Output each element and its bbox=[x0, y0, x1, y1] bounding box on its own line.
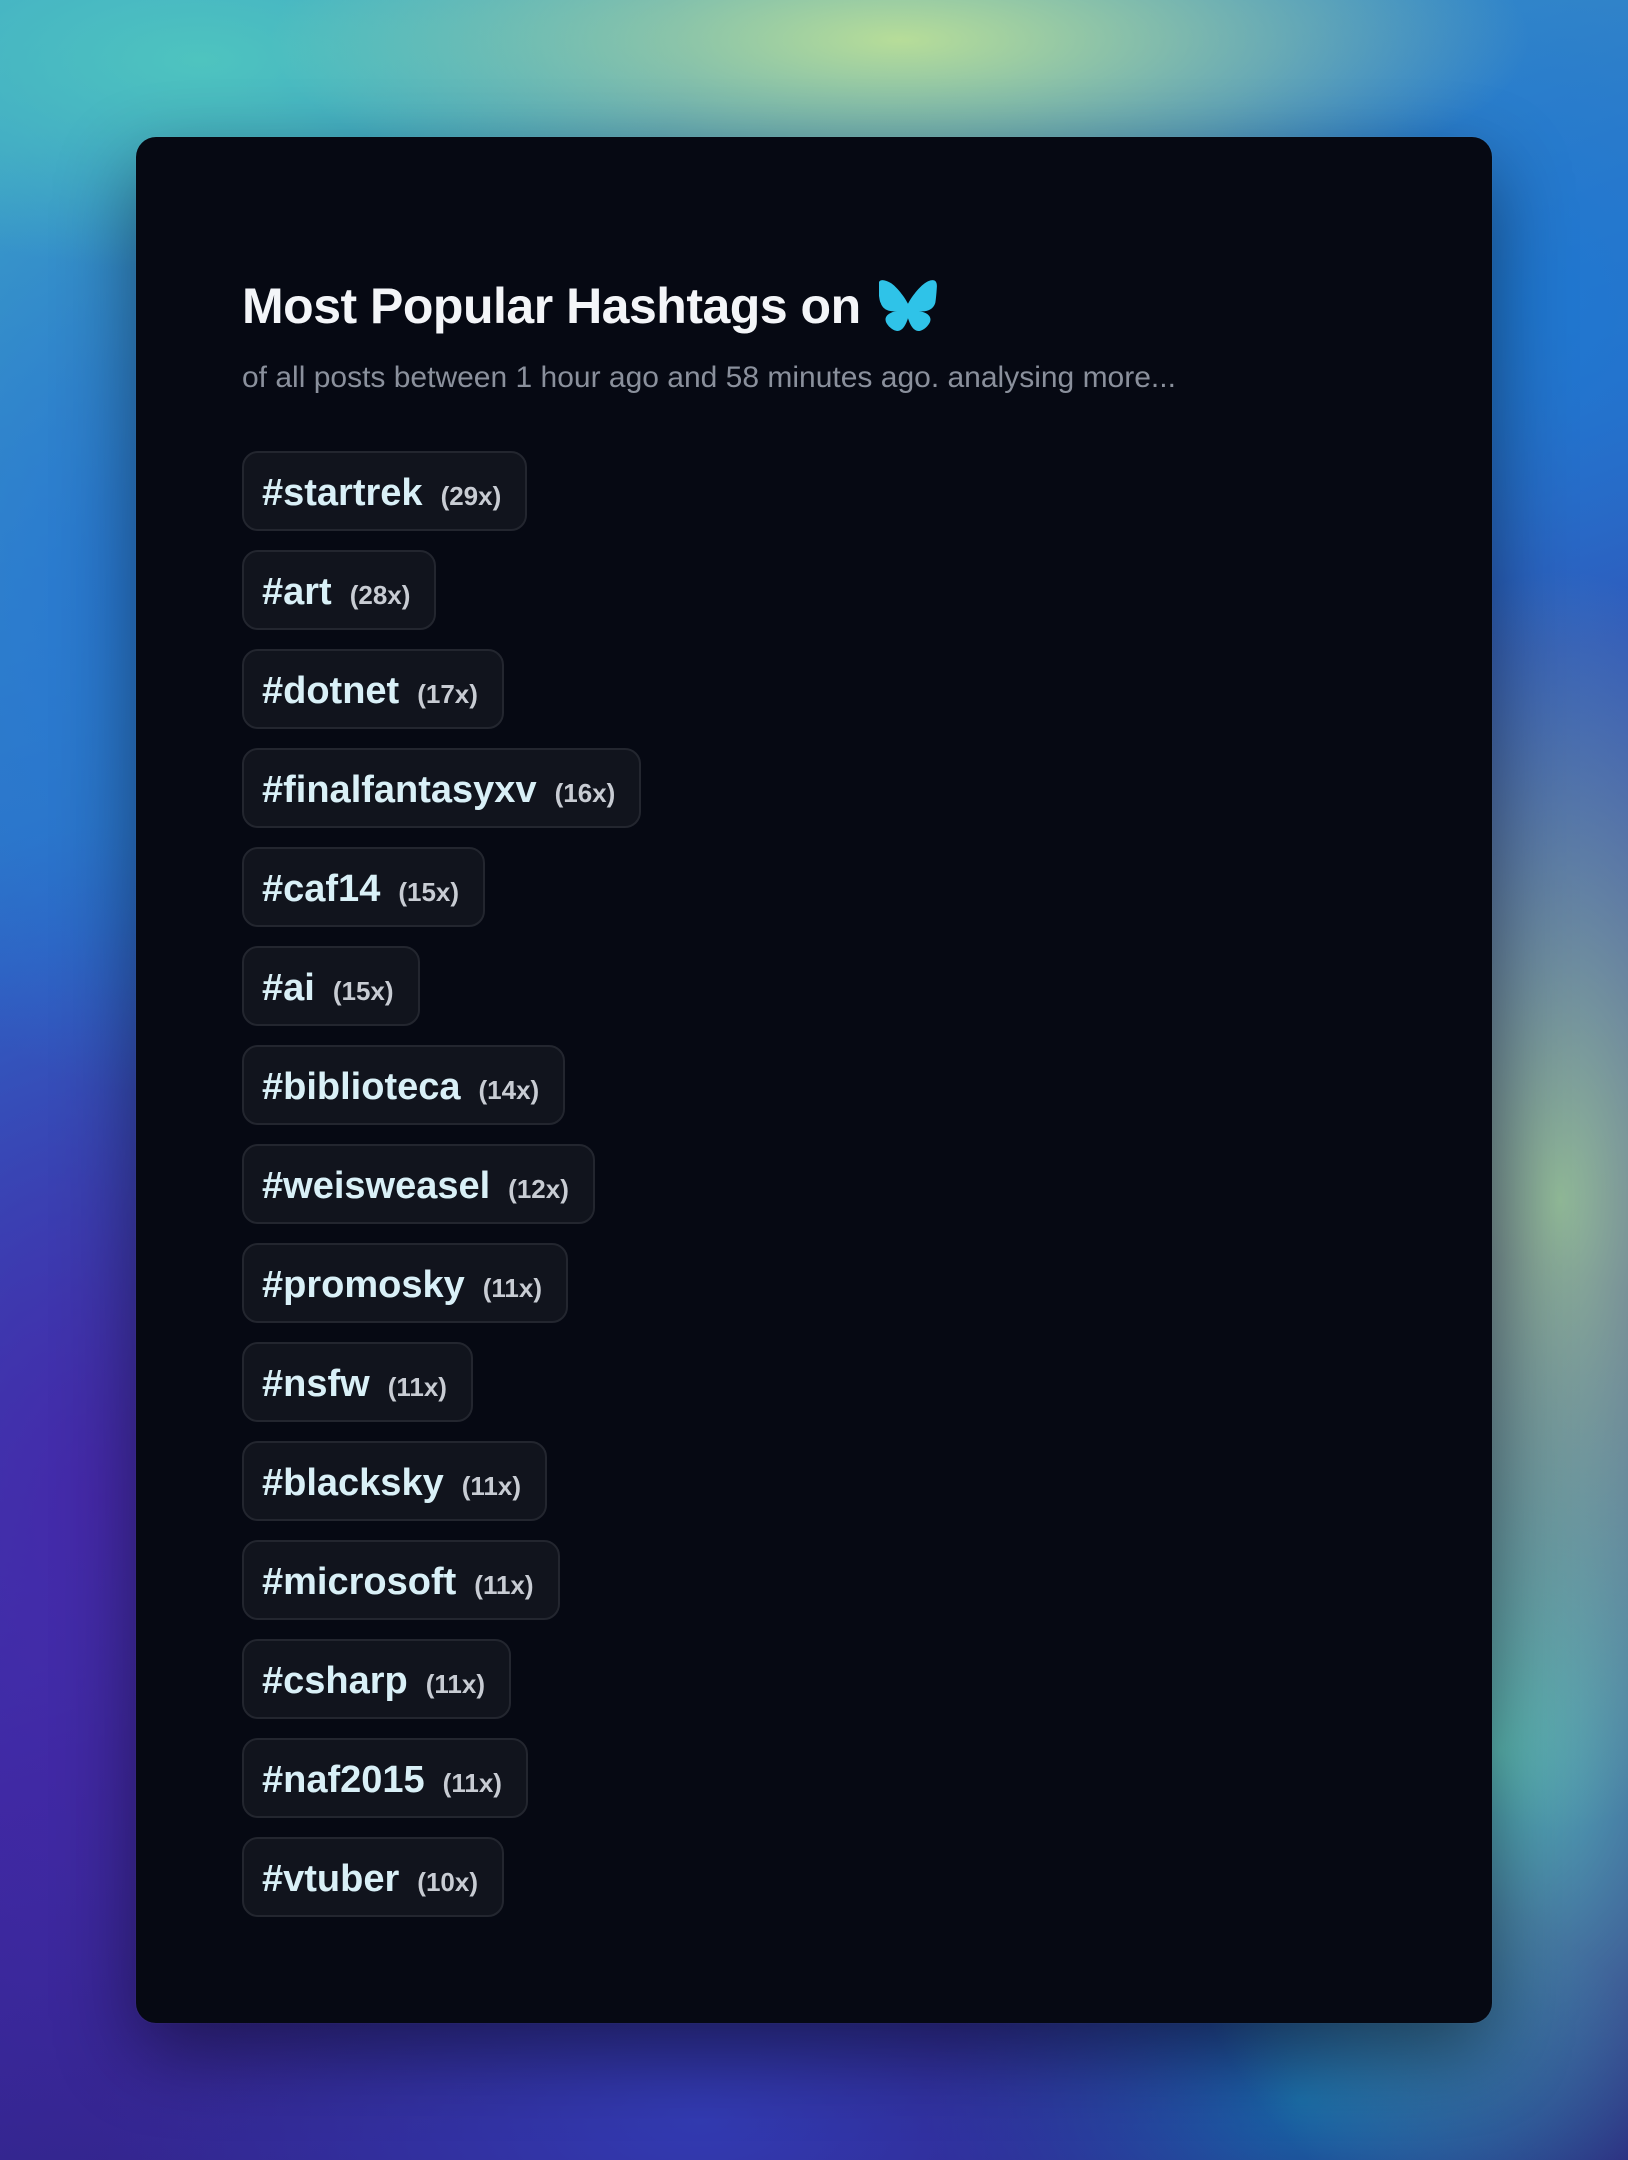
butterfly-icon bbox=[877, 280, 937, 332]
hashtag-count: (15x) bbox=[332, 976, 394, 1006]
hashtag-count: (11x) bbox=[482, 1273, 543, 1303]
hashtag-name: #biblioteca bbox=[262, 1066, 461, 1108]
hashtag-chip[interactable]: #ai (15x) bbox=[242, 946, 420, 1026]
hashtag-count: (28x) bbox=[349, 580, 411, 610]
hashtag-chip[interactable]: #art (28x) bbox=[242, 550, 437, 630]
hashtag-count: (11x) bbox=[442, 1768, 502, 1798]
hashtag-chip[interactable]: #blacksky (11x) bbox=[242, 1441, 547, 1521]
hashtag-chip[interactable]: #dotnet (17x) bbox=[242, 649, 504, 729]
header: Most Popular Hashtags on bbox=[242, 277, 1412, 335]
hashtag-count: (12x) bbox=[508, 1174, 569, 1204]
hashtag-name: #ai bbox=[262, 967, 315, 1009]
hashtag-name: #weisweasel bbox=[262, 1165, 491, 1207]
hashtag-name: #naf2015 bbox=[262, 1759, 425, 1801]
hashtag-chip[interactable]: #csharp (11x) bbox=[242, 1639, 512, 1719]
hashtag-chip[interactable]: #startrek (29x) bbox=[242, 451, 528, 531]
hashtag-name: #art bbox=[262, 571, 332, 613]
hashtag-name: #dotnet bbox=[262, 670, 400, 712]
hashtag-chip[interactable]: #weisweasel (12x) bbox=[242, 1144, 595, 1224]
hashtag-chip[interactable]: #microsoft (11x) bbox=[242, 1540, 560, 1620]
hashtag-count: (16x) bbox=[554, 778, 616, 808]
hashtag-chip[interactable]: #promosky (11x) bbox=[242, 1243, 569, 1323]
hashtag-count: (11x) bbox=[474, 1570, 534, 1600]
hashtag-count: (10x) bbox=[417, 1867, 478, 1897]
hashtag-name: #csharp bbox=[262, 1660, 408, 1702]
hashtag-chip[interactable]: #caf14 (15x) bbox=[242, 847, 486, 927]
hashtag-count: (17x) bbox=[417, 679, 478, 709]
hashtag-name: #blacksky bbox=[262, 1462, 444, 1504]
hashtag-name: #finalfantasyxv bbox=[262, 769, 537, 811]
card-content: Most Popular Hashtags on of all posts be… bbox=[242, 277, 1412, 1933]
hashtag-chip[interactable]: #nsfw (11x) bbox=[242, 1342, 473, 1422]
hashtag-name: #startrek bbox=[262, 472, 423, 514]
hashtag-count: (11x) bbox=[387, 1372, 447, 1402]
hashtag-count: (14x) bbox=[478, 1075, 540, 1105]
hashtag-chip[interactable]: #biblioteca (14x) bbox=[242, 1045, 566, 1125]
page-title: Most Popular Hashtags on bbox=[242, 278, 861, 334]
hashtags-card: Most Popular Hashtags on of all posts be… bbox=[136, 137, 1492, 2023]
hashtag-name: #caf14 bbox=[262, 868, 381, 910]
hashtag-count: (29x) bbox=[440, 481, 502, 511]
hashtag-name: #vtuber bbox=[262, 1858, 400, 1900]
hashtag-name: #microsoft bbox=[262, 1561, 457, 1603]
hashtag-count: (11x) bbox=[461, 1471, 521, 1501]
hashtag-name: #nsfw bbox=[262, 1363, 370, 1405]
hashtag-chip[interactable]: #naf2015 (11x) bbox=[242, 1738, 528, 1818]
hashtag-name: #promosky bbox=[262, 1264, 465, 1306]
hashtag-count: (15x) bbox=[398, 877, 460, 907]
hashtag-list: #startrek (29x) #art (28x) #dotnet (17x) #f… bbox=[242, 451, 1412, 1917]
subtitle: of all posts between 1 hour ago and 58 m… bbox=[242, 361, 1176, 394]
hashtag-chip[interactable]: #finalfantasyxv (16x) bbox=[242, 748, 642, 828]
hashtag-count: (11x) bbox=[425, 1669, 486, 1699]
hashtag-chip[interactable]: #vtuber (10x) bbox=[242, 1837, 504, 1917]
